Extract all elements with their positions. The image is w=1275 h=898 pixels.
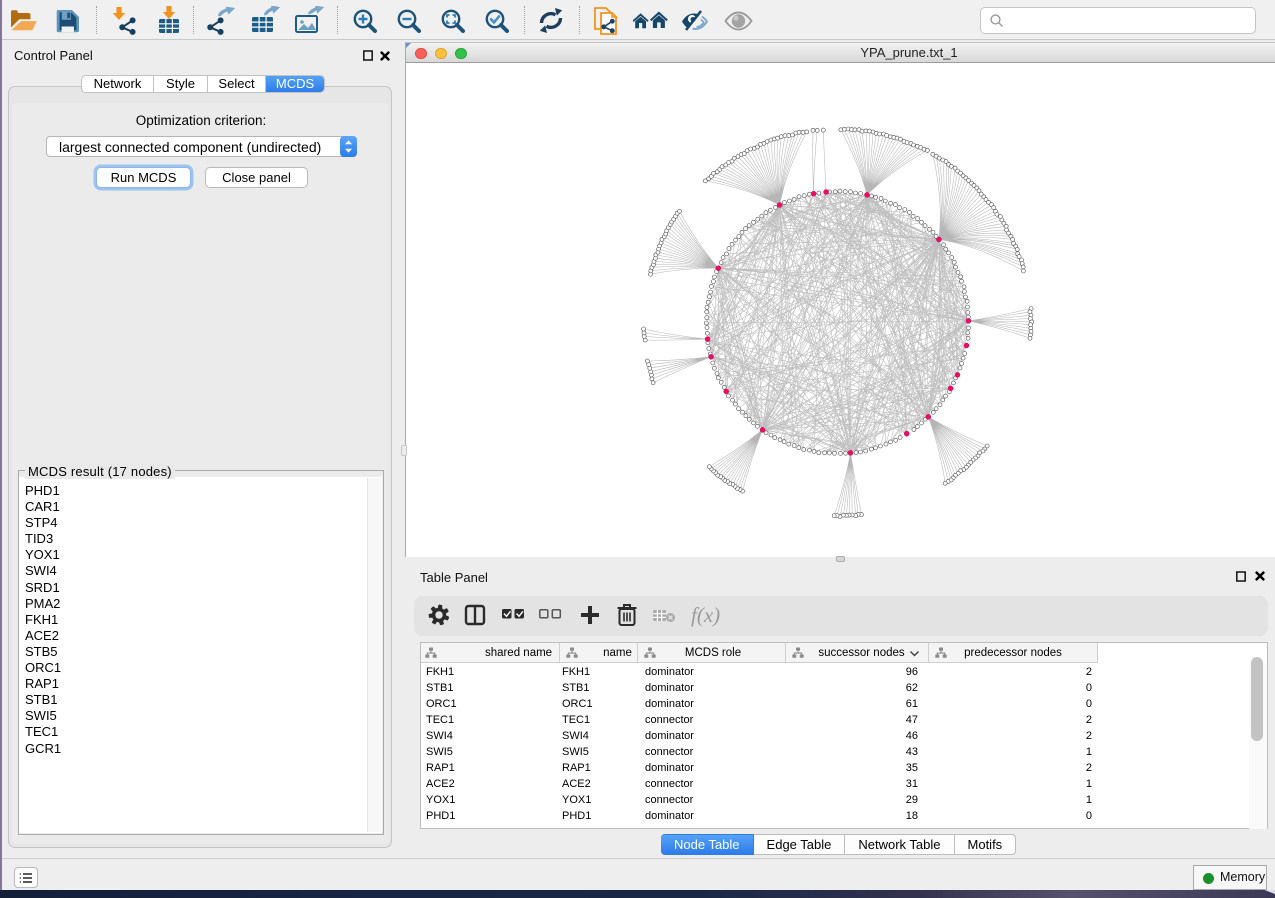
svg-text:f(x): f(x) <box>691 603 720 627</box>
